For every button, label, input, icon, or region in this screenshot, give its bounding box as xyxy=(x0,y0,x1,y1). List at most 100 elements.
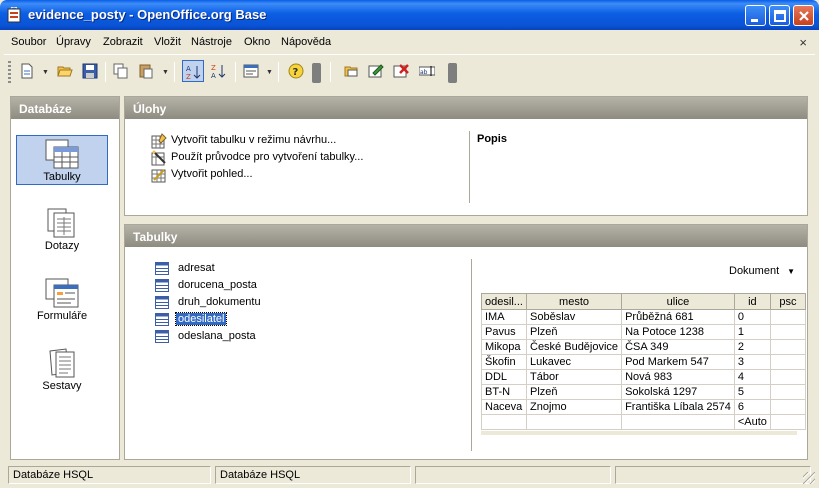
grid-cell[interactable] xyxy=(769,399,806,415)
db-item-queries[interactable]: Dotazy xyxy=(16,205,108,255)
sort-ascending-button[interactable]: AZ xyxy=(182,60,204,82)
grid-cell[interactable]: Lukavec xyxy=(525,354,623,370)
rename-button[interactable]: ab xyxy=(416,60,438,82)
title-bar[interactable]: evidence_posty - OpenOffice.org Base xyxy=(0,0,819,30)
grid-cell[interactable] xyxy=(769,324,806,340)
menu-zobrazit[interactable]: Zobrazit xyxy=(103,36,143,48)
grid-cell[interactable]: ČSA 349 xyxy=(621,339,735,355)
edit-button[interactable] xyxy=(365,60,387,82)
paste-dropdown-arrow[interactable]: ▼ xyxy=(162,69,169,76)
grid-cell[interactable] xyxy=(769,369,806,385)
grid-header-row: odesil... mesto ulice id psc xyxy=(481,293,806,310)
grid-cell[interactable]: Pavus xyxy=(481,324,527,340)
grid-cell[interactable]: Františka Líbala 2574 xyxy=(621,399,735,415)
grid-cell[interactable] xyxy=(621,414,735,430)
menu-vlozit[interactable]: Vložit xyxy=(154,36,181,48)
grid-cell[interactable]: Průběžná 681 xyxy=(621,309,735,325)
grid-cell[interactable]: Mikopa xyxy=(481,339,527,355)
minimize-button[interactable] xyxy=(745,5,766,26)
form-dropdown-arrow[interactable]: ▼ xyxy=(266,69,273,76)
grid-row[interactable]: Naceva Znojmo Františka Líbala 2574 6 xyxy=(481,399,806,415)
toolbar-overflow-button[interactable] xyxy=(312,63,321,83)
grid-cell[interactable]: 0 xyxy=(733,309,771,325)
grid-cell[interactable]: Plzeň xyxy=(525,384,623,400)
main-area: Databáze Tabulky Dotazy Formuláře Sestav… xyxy=(4,90,815,462)
grid-cell[interactable]: Na Potoce 1238 xyxy=(621,324,735,340)
grid-cell[interactable] xyxy=(769,354,806,370)
grid-cell[interactable]: Sokolská 1297 xyxy=(621,384,735,400)
grid-cell[interactable]: Nová 983 xyxy=(621,369,735,385)
grid-column-header[interactable]: mesto xyxy=(525,293,623,310)
toolbar-grip[interactable] xyxy=(8,61,11,83)
new-dropdown-arrow[interactable]: ▼ xyxy=(42,69,49,76)
grid-cell[interactable]: Naceva xyxy=(481,399,527,415)
grid-row[interactable]: Mikopa České Budějovice ČSA 349 2 xyxy=(481,339,806,355)
grid-cell[interactable]: Soběslav xyxy=(525,309,623,325)
grid-row[interactable]: Škofin Lukavec Pod Markem 547 3 xyxy=(481,354,806,370)
grid-cell[interactable]: 1 xyxy=(733,324,771,340)
grid-cell[interactable]: České Budějovice xyxy=(525,339,623,355)
delete-icon xyxy=(393,64,409,78)
grid-cell[interactable] xyxy=(769,339,806,355)
grid-horizontal-scrollbar[interactable] xyxy=(481,431,797,435)
save-button[interactable] xyxy=(79,60,101,82)
grid-cell[interactable]: 6 xyxy=(733,399,771,415)
tables-panel: Tabulky adresat dorucena_posta druh_doku… xyxy=(124,224,808,460)
close-window-button[interactable] xyxy=(793,5,814,26)
grid-cell[interactable]: <Auto xyxy=(733,414,771,430)
grid-cell[interactable] xyxy=(525,414,623,430)
menu-okno[interactable]: Okno xyxy=(244,36,270,48)
grid-cell[interactable] xyxy=(481,414,527,430)
grid-new-row[interactable]: <Auto xyxy=(481,414,806,430)
menu-napoveda[interactable]: Nápověda xyxy=(281,36,331,48)
close-document-icon[interactable]: × xyxy=(799,35,807,50)
db-item-reports[interactable]: Sestavy xyxy=(16,345,108,395)
help-button[interactable]: ? xyxy=(285,60,307,82)
table-name: dorucena_posta xyxy=(178,279,257,291)
toolbar-overflow-button[interactable] xyxy=(448,63,457,83)
sort-descending-button[interactable]: ZA xyxy=(208,60,230,82)
preview-mode-select[interactable]: Dokument ▼ xyxy=(729,265,795,277)
grid-cell[interactable]: Tábor xyxy=(525,369,623,385)
db-item-forms[interactable]: Formuláře xyxy=(16,275,108,325)
open-button[interactable] xyxy=(54,60,76,82)
grid-cell[interactable]: 2 xyxy=(733,339,771,355)
grid-column-header[interactable]: ulice xyxy=(621,293,735,310)
grid-column-header[interactable]: psc xyxy=(769,293,806,310)
grid-cell[interactable]: 5 xyxy=(733,384,771,400)
grid-row[interactable]: DDL Tábor Nová 983 4 xyxy=(481,369,806,385)
grid-cell[interactable]: 3 xyxy=(733,354,771,370)
grid-row[interactable]: Pavus Plzeň Na Potoce 1238 1 xyxy=(481,324,806,340)
grid-row[interactable]: BT-N Plzeň Sokolská 1297 5 xyxy=(481,384,806,400)
db-item-tables[interactable]: Tabulky xyxy=(16,135,108,185)
grid-cell[interactable] xyxy=(769,414,806,430)
grid-column-header[interactable]: odesil... xyxy=(481,293,527,310)
menu-nastroje[interactable]: Nástroje xyxy=(191,36,232,48)
grid-cell[interactable]: Škofin xyxy=(481,354,527,370)
grid-cell[interactable] xyxy=(769,384,806,400)
maximize-button[interactable] xyxy=(769,5,790,26)
new-button[interactable] xyxy=(16,60,38,82)
open-db-object-button[interactable] xyxy=(341,60,363,82)
preview-grid[interactable]: odesil... mesto ulice id psc IMA Soběsla… xyxy=(481,293,806,430)
copy-button[interactable] xyxy=(110,60,132,82)
menu-soubor[interactable]: Soubor xyxy=(11,36,46,48)
grid-row[interactable]: IMA Soběslav Průběžná 681 0 xyxy=(481,309,806,325)
menu-upravy[interactable]: Úpravy xyxy=(56,36,91,48)
grid-cell[interactable] xyxy=(769,309,806,325)
grid-cell[interactable]: Pod Markem 547 xyxy=(621,354,735,370)
paste-button[interactable] xyxy=(135,60,157,82)
grid-column-header[interactable]: id xyxy=(733,293,771,310)
delete-button[interactable] xyxy=(390,60,412,82)
open-icon xyxy=(57,66,73,77)
tables-icon xyxy=(45,139,79,169)
edit-icon xyxy=(368,64,384,78)
grid-cell[interactable]: 4 xyxy=(733,369,771,385)
grid-cell[interactable]: BT-N xyxy=(481,384,527,400)
resize-grip[interactable] xyxy=(803,472,815,484)
grid-cell[interactable]: Plzeň xyxy=(525,324,623,340)
form-button[interactable] xyxy=(240,60,262,82)
grid-cell[interactable]: Znojmo xyxy=(525,399,623,415)
grid-cell[interactable]: DDL xyxy=(481,369,527,385)
grid-cell[interactable]: IMA xyxy=(481,309,527,325)
